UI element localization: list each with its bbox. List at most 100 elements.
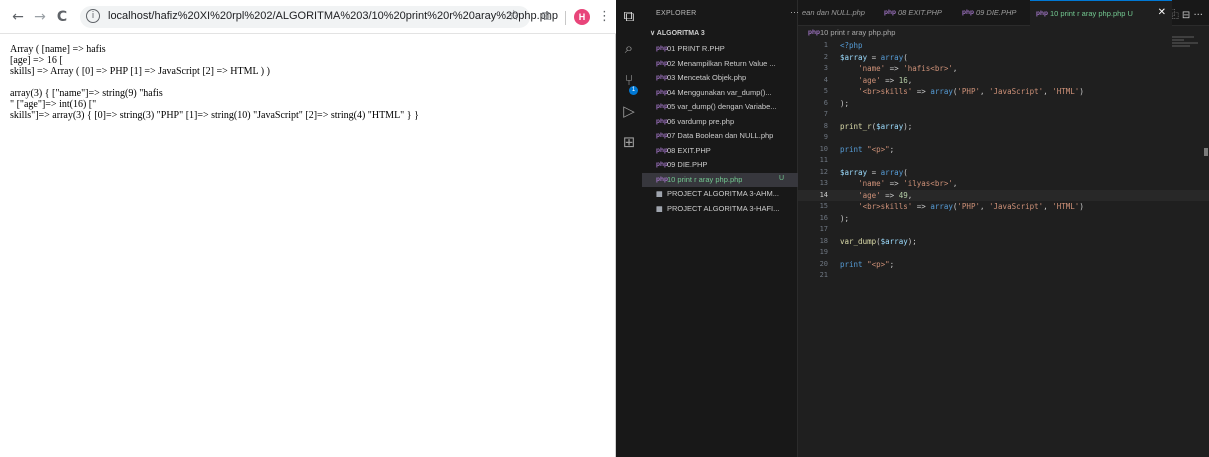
project-file-icon: ▦ bbox=[656, 205, 663, 213]
code-text: print_r($array); bbox=[840, 121, 913, 131]
minimap[interactable] bbox=[1172, 36, 1202, 56]
explorer-icon[interactable]: ⧉ bbox=[621, 8, 637, 24]
back-icon[interactable]: ← bbox=[10, 9, 26, 25]
code-line[interactable]: 8 print_r($array); bbox=[798, 121, 1209, 133]
code-text: 'age' => 16, bbox=[858, 75, 913, 85]
tree-item[interactable]: php 03 Mencetak Objek.php bbox=[642, 71, 798, 86]
modified-badge: U bbox=[779, 174, 785, 182]
code-text: <?php bbox=[840, 41, 863, 50]
code-line[interactable]: 21 bbox=[798, 270, 1209, 282]
tab-label: 09 DIE.PHP bbox=[976, 8, 1017, 17]
code-line[interactable]: 19 bbox=[798, 247, 1209, 259]
code-line[interactable]: 9 bbox=[798, 132, 1209, 144]
code-line[interactable]: 13 'name' => 'ilyas<br>', bbox=[798, 178, 1209, 190]
browser-menu-icon[interactable]: ⋮ bbox=[598, 9, 611, 24]
vscode-window: ⧉ ⌕ ⑂ 1 ▷ ⊞ EXPLORER ··· ∨ ALGORITMA 3 p… bbox=[616, 0, 1209, 457]
code-line[interactable]: 10 print "<p>"; bbox=[798, 144, 1209, 156]
code-line[interactable]: 7 bbox=[798, 109, 1209, 121]
code-text: print "<p>"; bbox=[840, 259, 895, 269]
tree-item[interactable]: php 06 vardump pre.php bbox=[642, 115, 798, 130]
file-tree: php 01 PRINT R.PHP php 02 Menampilkan Retur… bbox=[642, 42, 798, 216]
code-line[interactable]: 17 bbox=[798, 224, 1209, 236]
tree-item[interactable]: php 07 Data Boolean dan NULL.php bbox=[642, 129, 798, 144]
tree-item-label: 09 DIE.PHP bbox=[667, 160, 708, 169]
extensions-icon[interactable]: ⊞ bbox=[621, 134, 637, 150]
output-line: skills] => Array ( [0] => PHP [1] => Jav… bbox=[10, 66, 270, 77]
editor-actions-icon[interactable]: ⿻ ⊟ ··· bbox=[1169, 6, 1203, 21]
output-line: skills"]=> array(3) { [0]=> string(3) "P… bbox=[10, 110, 419, 121]
site-info-icon[interactable]: i bbox=[86, 9, 100, 23]
tree-item[interactable]: php 10 print r aray php.php U bbox=[642, 172, 798, 187]
code-text: $array = array( bbox=[840, 52, 908, 62]
code-text: 'age' => 49, bbox=[858, 190, 913, 200]
code-text: 'name' => 'hafis<br>', bbox=[858, 64, 958, 73]
code-line[interactable]: 20 print "<p>"; bbox=[798, 259, 1209, 271]
tree-item[interactable]: ▦ PROJECT ALGORITMA 3-AHM... bbox=[642, 187, 798, 202]
tab-label: 10 print r aray php.php U bbox=[1050, 9, 1133, 18]
address-bar[interactable]: i localhost/hafiz%20XI%20rpl%202/ALGORIT… bbox=[80, 6, 558, 28]
extensions-icon[interactable]: ⧉ bbox=[542, 9, 551, 24]
tree-item[interactable]: ▦ PROJECT ALGORITMA 3-HAFI... bbox=[642, 202, 798, 217]
tree-item-label: 07 Data Boolean dan NULL.php bbox=[667, 131, 774, 140]
forward-icon[interactable]: → bbox=[32, 9, 48, 25]
code-line[interactable]: 2 $array = array( bbox=[798, 52, 1209, 64]
tree-item[interactable]: php 04 Menggunakan var_dump()... bbox=[642, 86, 798, 101]
url-text[interactable]: localhost/hafiz%20XI%20rpl%202/ALGORITMA… bbox=[108, 10, 558, 22]
line-number: 14 bbox=[819, 190, 828, 199]
tree-item[interactable]: php 08 EXIT.PHP bbox=[642, 144, 798, 159]
tree-item[interactable]: php 01 PRINT R.PHP bbox=[642, 42, 798, 57]
tree-item-label: 03 Mencetak Objek.php bbox=[667, 73, 747, 82]
code-text: ); bbox=[840, 213, 850, 223]
tree-item-label: 01 PRINT R.PHP bbox=[667, 44, 725, 53]
code-line[interactable]: 4 'age' => 16, bbox=[798, 75, 1209, 87]
code-line[interactable]: 14 'age' => 49, bbox=[798, 189, 1209, 201]
bookmark-star-icon[interactable]: ☆ bbox=[507, 8, 520, 24]
code-line[interactable]: 15 '<br>skills' => array('PHP', 'JavaScr… bbox=[798, 201, 1209, 213]
search-icon[interactable]: ⌕ bbox=[621, 40, 637, 56]
reload-icon[interactable]: C bbox=[54, 9, 70, 25]
code-editor[interactable]: 1 <?php 2 $array = array(3 'name' => 'hafis… bbox=[798, 40, 1209, 457]
line-number: 16 bbox=[819, 213, 828, 222]
line-number: 5 bbox=[823, 87, 828, 95]
close-icon[interactable]: ✕ bbox=[1158, 7, 1166, 18]
tree-item[interactable]: php 02 Menampilkan Return Value ... bbox=[642, 57, 798, 72]
explorer-title: EXPLORER bbox=[656, 10, 697, 17]
code-line[interactable]: 18 var_dump($array); bbox=[798, 236, 1209, 248]
editor-tab[interactable]: php 09 DIE.PHP bbox=[956, 0, 1030, 26]
editor-tab[interactable]: php 08 EXIT.PHP bbox=[878, 0, 956, 26]
line-number: 7 bbox=[823, 110, 828, 118]
tree-item[interactable]: php 09 DIE.PHP bbox=[642, 158, 798, 173]
tree-item-label: PROJECT ALGORITMA 3-AHM... bbox=[667, 189, 779, 198]
tree-item-label: 06 vardump pre.php bbox=[667, 116, 735, 126]
breadcrumb-file[interactable]: 10 print r aray php.php bbox=[820, 28, 895, 37]
php-file-icon: php bbox=[808, 29, 820, 36]
line-number: 11 bbox=[819, 156, 828, 164]
code-line[interactable]: 6); bbox=[798, 98, 1209, 110]
output-line: " ["age"]=> int(16) [" bbox=[10, 99, 97, 110]
code-line[interactable]: 1 <?php bbox=[798, 40, 1209, 52]
tree-item-label: 05 var_dump() dengan Variabe... bbox=[667, 102, 777, 111]
line-number: 3 bbox=[823, 64, 828, 72]
code-line[interactable]: 5 '<br>skills' => array('PHP', 'JavaScri… bbox=[798, 86, 1209, 98]
editor-tab[interactable]: php 10 print r aray php.php U ✕ bbox=[1030, 0, 1172, 26]
code-line[interactable]: 16); bbox=[798, 213, 1209, 225]
tree-item-label: 10 print r aray php.php bbox=[667, 174, 743, 184]
line-number: 17 bbox=[819, 225, 828, 233]
code-line[interactable]: 12 $array = array( bbox=[798, 167, 1209, 179]
folder-header[interactable]: ∨ ALGORITMA 3 bbox=[650, 29, 705, 37]
run-debug-icon[interactable]: ▷ bbox=[621, 103, 637, 119]
code-text: $array = array( bbox=[840, 167, 908, 177]
line-number: 10 bbox=[819, 144, 828, 153]
line-number: 15 bbox=[819, 202, 828, 210]
tree-item-label: 04 Menggunakan var_dump()... bbox=[667, 87, 772, 97]
code-line[interactable]: 11 bbox=[798, 155, 1209, 167]
editor-tab[interactable]: ean dan NULL.php bbox=[798, 0, 878, 26]
scrollbar-marker[interactable] bbox=[1204, 148, 1208, 156]
code-line[interactable]: 3 'name' => 'hafis<br>', bbox=[798, 63, 1209, 75]
code-text: '<br>skills' => array('PHP', 'JavaScript… bbox=[858, 87, 1084, 96]
profile-avatar[interactable]: H bbox=[574, 9, 590, 25]
line-number: 18 bbox=[819, 236, 828, 245]
line-number: 12 bbox=[819, 167, 828, 176]
browser-toolbar: ← → C i localhost/hafiz%20XI%20rpl%202/A… bbox=[0, 0, 616, 34]
tree-item[interactable]: php 05 var_dump() dengan Variabe... bbox=[642, 100, 798, 115]
